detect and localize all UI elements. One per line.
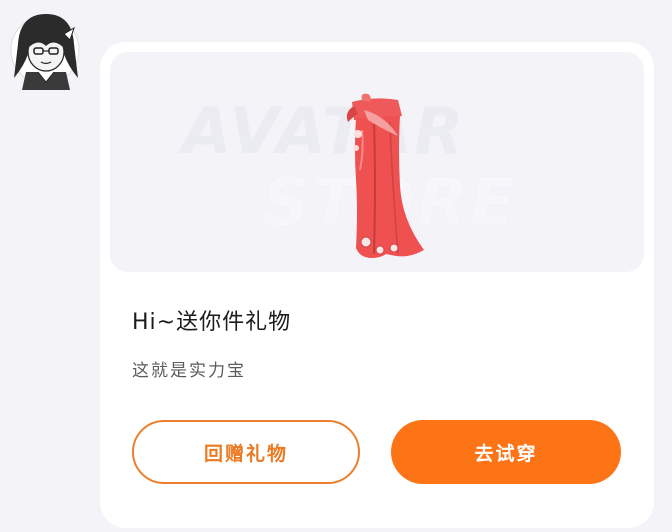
return-gift-button[interactable]: 回赠礼物 <box>132 420 360 484</box>
red-skirt-gift-item-icon <box>346 93 424 258</box>
try-on-button[interactable]: 去试穿 <box>391 420 621 484</box>
gift-title: Hi~送你件礼物 <box>132 310 292 335</box>
anime-girl-avatar-icon <box>10 14 80 90</box>
sender-avatar[interactable] <box>8 8 82 92</box>
gift-subtitle: 这就是实力宝 <box>132 361 246 381</box>
item-preview: AVATAR STORE <box>110 52 644 272</box>
gift-card: AVATAR STORE Hi~送你件礼物 这就是实力宝 回赠礼物 去试穿 <box>100 42 654 528</box>
